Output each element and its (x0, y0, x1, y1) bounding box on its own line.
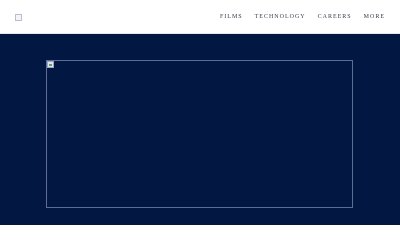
nav-more-link[interactable]: MORE (364, 13, 385, 21)
hero-section (0, 34, 400, 225)
nav-technology-link[interactable]: TECHNOLOGY (255, 13, 306, 21)
nav-films-link[interactable]: FILMS (220, 13, 243, 21)
logo-broken-image-icon[interactable] (15, 14, 22, 21)
broken-image-icon (47, 61, 54, 68)
nav-careers-link[interactable]: CAREERS (318, 13, 352, 21)
site-header: FILMS TECHNOLOGY CAREERS MORE (0, 0, 400, 34)
hero-image-frame[interactable] (46, 60, 353, 208)
main-nav: FILMS TECHNOLOGY CAREERS MORE (220, 13, 385, 21)
